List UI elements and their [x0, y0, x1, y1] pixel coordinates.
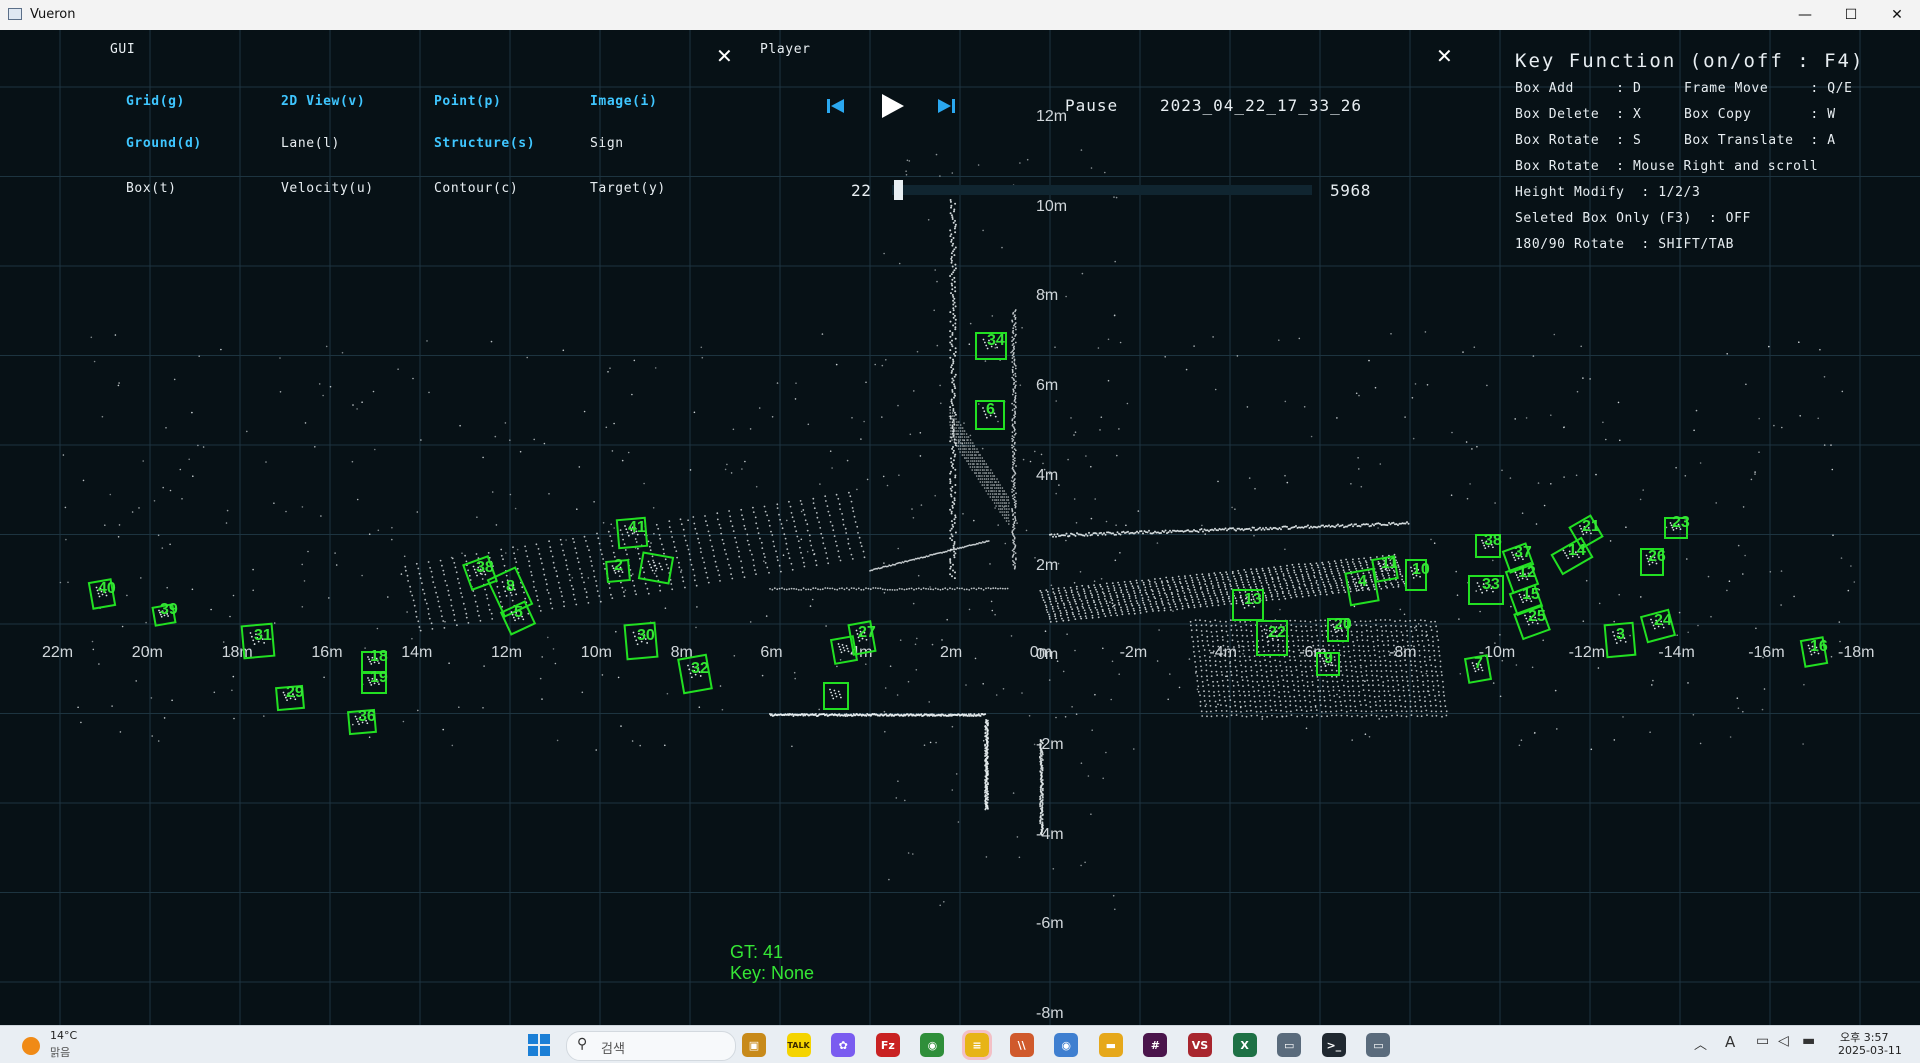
network-icon[interactable]: ▭: [1756, 1033, 1769, 1049]
bounding-box-label: 38: [476, 559, 494, 577]
gt-count: GT: 41: [730, 942, 783, 963]
bounding-box-label: 30: [637, 627, 655, 645]
bounding-box-label: 31: [254, 627, 272, 645]
bounding-box-label: 11: [1381, 555, 1398, 573]
window-title: Vueron: [30, 7, 76, 22]
minimize-button[interactable]: —: [1782, 0, 1828, 30]
excel-app-icon[interactable]: X: [1233, 1033, 1257, 1057]
search-placeholder: 검색: [601, 1038, 625, 1057]
bounding-box-label: 5: [514, 604, 523, 622]
app-window-icon: [8, 8, 22, 20]
briefcase-app-icon[interactable]: ▣: [742, 1033, 766, 1057]
chrome-app-icon[interactable]: ◉: [920, 1033, 944, 1057]
battery-icon[interactable]: ▬: [1802, 1033, 1815, 1049]
bounding-box-label: 6: [986, 401, 995, 419]
chrome-alt-app-icon[interactable]: ◉: [1054, 1033, 1078, 1057]
close-window-button[interactable]: ✕: [1874, 0, 1920, 30]
window-titlebar: Vueron — ☐ ✕: [0, 0, 1920, 31]
bounding-box-label: 26: [1648, 548, 1666, 566]
bounding-box-label: 29: [286, 684, 304, 702]
bounding-box-label: 38: [1484, 532, 1502, 550]
vs-app-icon[interactable]: VS: [1188, 1033, 1212, 1057]
bounding-box-label: 10: [1412, 561, 1430, 579]
bounding-box-label: 8: [506, 578, 515, 596]
bounding-box-label: 9: [1324, 650, 1333, 668]
bounding-box-label: 14: [1568, 542, 1586, 560]
window-app-icon[interactable]: ▭: [1277, 1033, 1301, 1057]
ime-indicator[interactable]: A: [1725, 1033, 1735, 1051]
bounding-box-label: 13: [1244, 591, 1262, 609]
bounding-box-label: 37: [1514, 544, 1532, 562]
slack-app-icon[interactable]: #: [1143, 1033, 1167, 1057]
bounding-box-label: 32: [691, 660, 709, 678]
clock-time[interactable]: 오후 3:57: [1840, 1029, 1888, 1045]
point-cloud-viewport[interactable]: GUI ✕ Grid(g)2D View(v)Point(p)Image(i)G…: [0, 30, 1920, 1025]
key-status: Key: None: [730, 963, 814, 984]
kakaotalk-app-icon[interactable]: TALK: [787, 1033, 811, 1057]
terminal-app-icon[interactable]: >_: [1322, 1033, 1346, 1057]
bounding-box-label: 18: [370, 648, 388, 666]
bounding-box-label: 20: [1334, 616, 1352, 634]
maximize-button[interactable]: ☐: [1828, 0, 1874, 30]
bounding-box-label: 12: [1518, 564, 1536, 582]
bounding-box-label: 7: [1474, 655, 1483, 673]
bounding-box-label: 36: [358, 708, 376, 726]
bounding-box-label: 4: [1358, 573, 1367, 591]
bounding-box-label: 25: [1528, 608, 1546, 626]
weather-sun-icon[interactable]: [22, 1037, 40, 1055]
bounding-box-label: 15: [1522, 586, 1540, 604]
annotation-boxes: [0, 30, 1920, 1025]
notes-app-icon[interactable]: ≡: [965, 1033, 989, 1057]
start-windows-icon[interactable]: [528, 1034, 550, 1056]
folder-app-icon[interactable]: ▬: [1099, 1033, 1123, 1057]
weather-temp: 14°C: [50, 1029, 77, 1042]
search-icon: ⚲: [577, 1036, 587, 1052]
bounding-box-label: 21: [1582, 518, 1600, 536]
bounding-box-label: 39: [160, 601, 178, 619]
clock-date[interactable]: 2025-03-11: [1838, 1044, 1902, 1057]
bounding-box-label: 22: [1268, 624, 1286, 642]
bounding-box-label: 24: [1654, 612, 1672, 630]
bounding-box-label: 40: [98, 580, 116, 598]
bounding-box-label: 41: [628, 519, 646, 537]
copilot-app-icon[interactable]: ✿: [831, 1033, 855, 1057]
bounding-box-label: 19: [370, 669, 388, 687]
app-stripes-icon[interactable]: \\: [1010, 1033, 1034, 1057]
taskbar: 14°C 맑음 ⚲ 검색 ▣TALK✿Fz◉≡\\◉▬#VSX▭>_▭ ︿ A …: [0, 1025, 1920, 1063]
bounding-box-label: 34: [987, 332, 1005, 350]
bounding-box-label: 33: [1482, 576, 1500, 594]
weather-desc: 맑음: [50, 1044, 70, 1060]
volume-icon[interactable]: ◁: [1778, 1033, 1789, 1049]
bounding-box-label: 3: [1616, 626, 1625, 644]
taskbar-search-box[interactable]: ⚲ 검색: [566, 1031, 736, 1061]
tray-overflow-icon[interactable]: ︿: [1694, 1034, 1707, 1053]
bounding-box-label: 23: [1672, 514, 1690, 532]
bounding-box-label: 2: [614, 557, 623, 575]
bounding-box-label: 27: [858, 624, 876, 642]
filezilla-app-icon[interactable]: Fz: [876, 1033, 900, 1057]
bounding-box-label: 16: [1810, 638, 1828, 656]
vueron-app-icon[interactable]: ▭: [1366, 1033, 1390, 1057]
